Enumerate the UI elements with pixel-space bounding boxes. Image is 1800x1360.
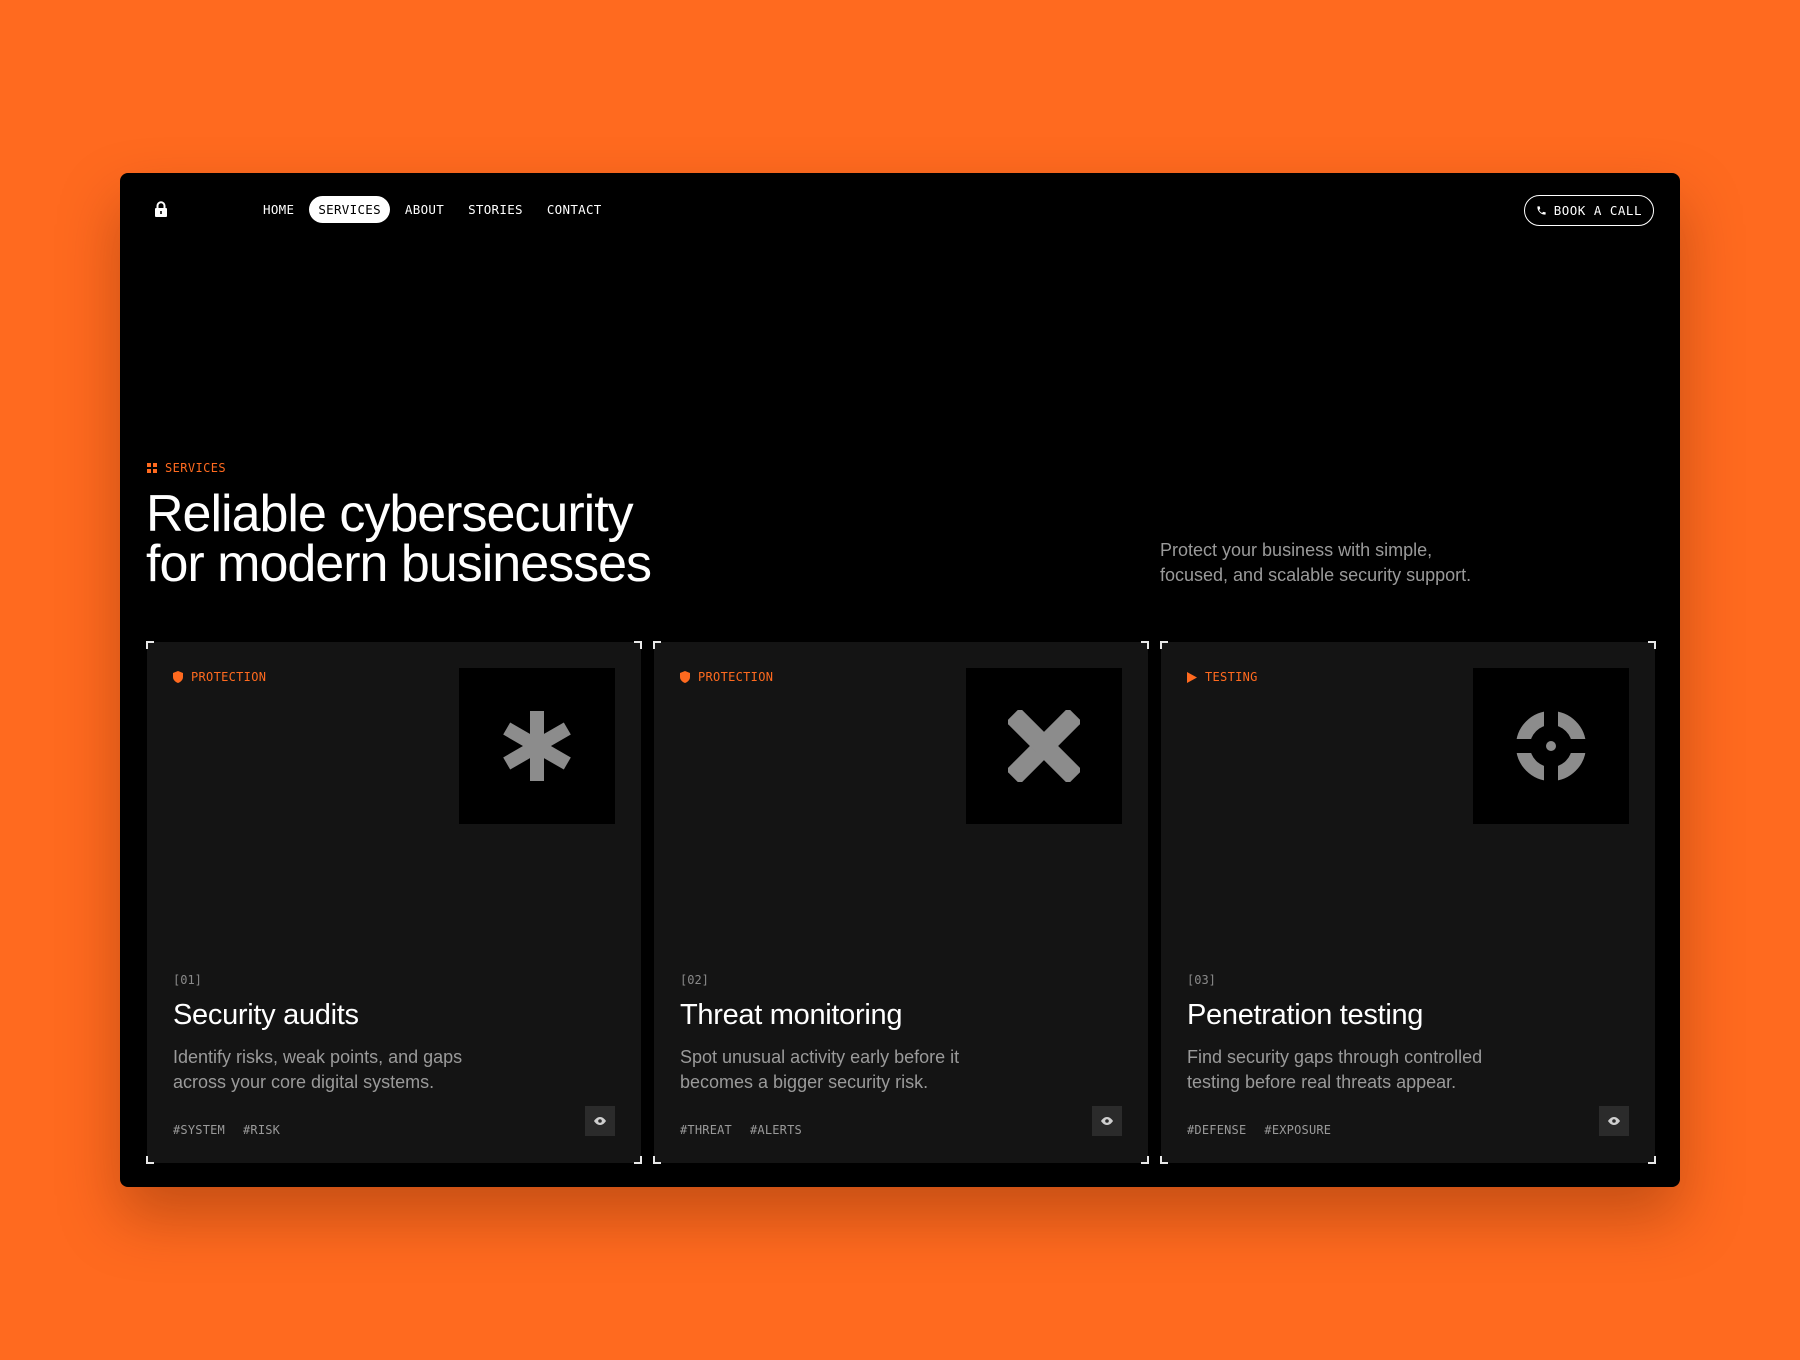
hashtag[interactable]: #THREAT	[680, 1123, 732, 1137]
card-tag-label: TESTING	[1205, 670, 1258, 684]
card-number: [03]	[1187, 973, 1216, 987]
service-card-security-audits[interactable]: PROTECTION [01] Security audits Identify…	[146, 641, 642, 1164]
nav-link-about[interactable]: ABOUT	[396, 196, 453, 223]
hashtag[interactable]: #DEFENSE	[1187, 1123, 1246, 1137]
book-a-call-button[interactable]: BOOK A CALL	[1523, 195, 1654, 226]
x-mark-icon	[1008, 710, 1080, 782]
subcopy-line-2: focused, and scalable security support.	[1160, 565, 1472, 585]
card-description-line: across your core digital systems.	[173, 1072, 435, 1092]
nav-link-home[interactable]: HOME	[254, 196, 303, 223]
eye-icon	[1101, 1117, 1113, 1125]
card-description-line: Identify risks, weak points, and gaps	[173, 1047, 463, 1067]
card-description-line: Spot unusual activity early before it	[680, 1047, 960, 1067]
card-illustration-tile	[459, 668, 615, 824]
card-title: Threat monitoring	[680, 999, 903, 1031]
card-title: Penetration testing	[1187, 999, 1424, 1031]
grid-icon	[147, 463, 157, 473]
hashtag[interactable]: #SYSTEM	[173, 1123, 225, 1137]
view-button[interactable]	[1092, 1106, 1122, 1136]
card-number: [01]	[173, 973, 202, 987]
hero-subcopy: Protect your business with simple, focus…	[1160, 538, 1530, 588]
service-card-penetration-testing[interactable]: TESTING [03] Penetration testing Find se…	[1160, 641, 1656, 1164]
nav-link-contact[interactable]: CONTACT	[538, 196, 611, 223]
card-description-line: becomes a bigger security risk.	[680, 1072, 929, 1092]
view-button[interactable]	[1599, 1106, 1629, 1136]
top-navigation: HOME SERVICES ABOUT STORIES CONTACT BOOK…	[120, 173, 1680, 245]
corner-bracket	[146, 641, 154, 649]
corner-bracket	[1160, 641, 1168, 649]
shield-icon	[173, 671, 183, 683]
card-tag: PROTECTION	[680, 670, 773, 684]
corner-bracket	[1141, 1156, 1149, 1164]
shield-icon	[680, 671, 690, 683]
card-number: [02]	[680, 973, 709, 987]
corner-bracket	[653, 641, 661, 649]
card-hashtags: #SYSTEM #RISK	[173, 1123, 280, 1137]
corner-bracket	[1648, 1156, 1656, 1164]
corner-bracket	[1160, 1156, 1168, 1164]
service-cards: PROTECTION [01] Security audits Identify…	[146, 641, 1656, 1164]
corner-bracket	[146, 1156, 154, 1164]
nav-links: HOME SERVICES ABOUT STORIES CONTACT	[254, 196, 611, 223]
crosshair-icon	[1515, 710, 1587, 782]
eyebrow-label: SERVICES	[165, 461, 226, 475]
play-icon	[1187, 671, 1197, 683]
card-hashtags: #DEFENSE #EXPOSURE	[1187, 1123, 1331, 1137]
card-tag: TESTING	[1187, 670, 1258, 684]
card-tag-label: PROTECTION	[191, 670, 267, 684]
card-tag: PROTECTION	[173, 670, 266, 684]
card-illustration-tile	[1473, 668, 1629, 824]
phone-icon	[1537, 206, 1546, 215]
service-card-threat-monitoring[interactable]: PROTECTION [02] Threat monitoring Spot u…	[653, 641, 1149, 1164]
corner-bracket	[653, 1156, 661, 1164]
corner-bracket	[1141, 641, 1149, 649]
eye-icon	[594, 1117, 606, 1125]
nav-link-services[interactable]: SERVICES	[309, 196, 390, 223]
corner-bracket	[1648, 641, 1656, 649]
card-description-line: Find security gaps through controlled	[1187, 1047, 1483, 1067]
view-button[interactable]	[585, 1106, 615, 1136]
corner-bracket	[634, 641, 642, 649]
hashtag[interactable]: #ALERTS	[750, 1123, 802, 1137]
card-title: Security audits	[173, 999, 359, 1031]
hashtag[interactable]: #EXPOSURE	[1264, 1123, 1331, 1137]
section-eyebrow: SERVICES	[147, 461, 226, 475]
card-illustration-tile	[966, 668, 1122, 824]
hashtag[interactable]: #RISK	[243, 1123, 280, 1137]
card-description: Find security gaps through controlled te…	[1187, 1045, 1527, 1095]
card-description: Spot unusual activity early before it be…	[680, 1045, 1020, 1095]
card-hashtags: #THREAT #ALERTS	[680, 1123, 802, 1137]
subcopy-line-1: Protect your business with simple,	[1160, 540, 1433, 560]
app-window: HOME SERVICES ABOUT STORIES CONTACT BOOK…	[120, 173, 1680, 1187]
book-a-call-label: BOOK A CALL	[1553, 203, 1642, 218]
headline-line-2: for modern businesses	[146, 535, 652, 593]
eye-icon	[1608, 1117, 1620, 1125]
corner-bracket	[634, 1156, 642, 1164]
asterisk-icon	[503, 711, 571, 781]
card-description: Identify risks, weak points, and gaps ac…	[173, 1045, 513, 1095]
card-tag-label: PROTECTION	[698, 670, 774, 684]
nav-link-stories[interactable]: STORIES	[459, 196, 532, 223]
card-description-line: testing before real threats appear.	[1187, 1072, 1457, 1092]
lock-icon[interactable]	[154, 201, 168, 217]
page-headline: Reliable cybersecurity for modern busine…	[146, 488, 766, 590]
